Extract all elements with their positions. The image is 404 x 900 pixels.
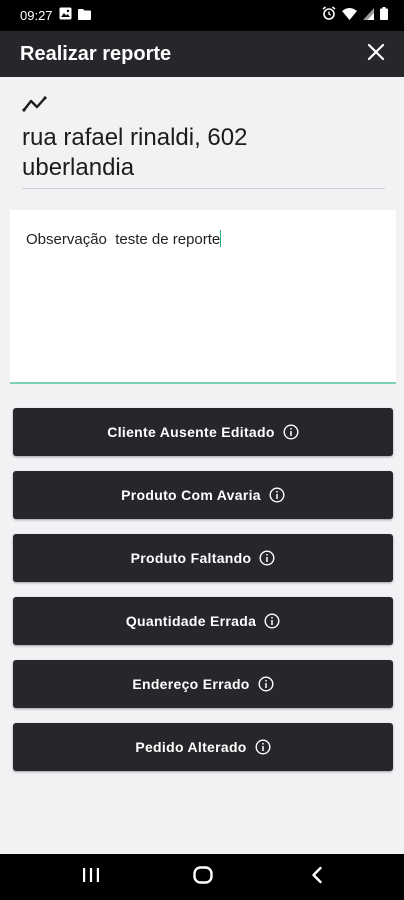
recent-apps-button[interactable] [61,854,121,900]
route-icon [22,96,385,117]
close-button[interactable] [364,42,388,66]
reason-label: Pedido Alterado [135,739,247,755]
info-icon[interactable] [283,424,299,440]
address-line1: rua rafael rinaldi, 602 [22,124,248,151]
wifi-icon [342,7,357,25]
reason-button-endereco-errado[interactable]: Endereço Errado [13,660,393,708]
reason-button-produto-com-avaria[interactable]: Produto Com Avaria [13,471,393,519]
navigation-bar [0,854,404,900]
address-divider [22,188,385,189]
status-bar: 09:27 [0,0,404,31]
back-icon [311,866,323,889]
reason-label: Endereço Errado [132,676,250,692]
observation-text: Observação teste de reporte [26,231,221,248]
alarm-icon [322,6,336,25]
page-title: Realizar reporte [20,42,172,65]
app-bar: Realizar reporte [0,31,404,77]
reason-label: Produto Com Avaria [121,487,261,503]
image-icon [59,7,72,25]
reason-label: Quantidade Errada [125,613,257,629]
battery-icon [380,6,388,25]
info-icon[interactable] [259,550,275,566]
reason-label: Produto Faltando [130,550,252,566]
reason-button-pedido-alterado[interactable]: Pedido Alterado [13,723,393,771]
reason-button-cliente-ausente-editado[interactable]: Cliente Ausente Editado [13,408,393,456]
text-cursor [220,230,222,247]
info-icon[interactable] [255,739,271,755]
recent-apps-icon [82,867,100,888]
address-block: rua rafael rinaldi, 602 uberlandia [22,96,385,183]
back-button[interactable] [287,854,347,900]
reason-button-quantidade-errada[interactable]: Quantidade Errada [13,597,393,645]
home-button[interactable] [173,854,233,900]
reason-button-produto-faltando[interactable]: Produto Faltando [13,534,393,582]
folder-icon [77,7,91,25]
info-icon[interactable] [269,487,285,503]
close-icon [367,43,385,66]
info-icon[interactable] [258,676,274,692]
signal-icon [363,7,374,25]
reason-label: Cliente Ausente Editado [107,424,275,440]
home-icon [193,865,213,889]
status-time: 09:27 [20,8,53,23]
info-icon[interactable] [264,613,280,629]
address-line2: uberlandia [22,154,135,181]
observation-field[interactable]: Observação teste de reporte [10,210,396,384]
